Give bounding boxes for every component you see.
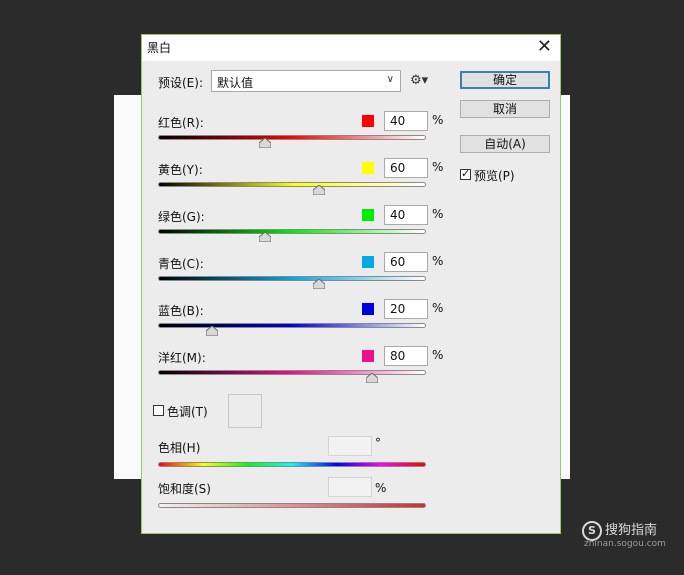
dialog-title: 黑白: [147, 41, 172, 55]
channel-label: 青色(C):: [158, 257, 204, 271]
channel-label: 黄色(Y):: [158, 163, 203, 177]
close-icon[interactable]: ✕: [537, 36, 552, 58]
channel-color-swatch: [362, 350, 374, 362]
percent-sign: %: [432, 207, 444, 221]
saturation-unit: %: [375, 481, 387, 495]
channel-value-input[interactable]: 20: [384, 299, 428, 319]
preset-label: 预设(E):: [158, 76, 203, 90]
preset-select[interactable]: 默认值 ∨: [211, 70, 401, 92]
percent-sign: %: [432, 254, 444, 268]
channel-color-swatch: [362, 162, 374, 174]
tint-label: 色调(T): [167, 405, 208, 419]
saturation-slider-track[interactable]: [158, 503, 426, 508]
black-white-dialog: 黑白 ✕ 预设(E): 默认值 ∨ ⚙▾ 确定 取消 自动(A) ✓ 预览(P)…: [141, 34, 561, 534]
hue-slider-track[interactable]: [158, 462, 426, 467]
channel-value-input[interactable]: 40: [384, 205, 428, 225]
channel-label: 红色(R):: [158, 116, 204, 130]
channel-color-swatch: [362, 303, 374, 315]
percent-sign: %: [432, 348, 444, 362]
ok-button[interactable]: 确定: [460, 71, 550, 89]
saturation-input[interactable]: [328, 477, 372, 497]
percent-sign: %: [432, 113, 444, 127]
hue-input[interactable]: [328, 436, 372, 456]
channel-slider-track[interactable]: [158, 370, 426, 375]
tint-color-swatch[interactable]: [228, 394, 262, 428]
channel-label: 洋红(M):: [158, 351, 206, 365]
channel-label: 绿色(G):: [158, 210, 205, 224]
channel-label: 蓝色(B):: [158, 304, 204, 318]
percent-sign: %: [432, 301, 444, 315]
preview-checkbox[interactable]: ✓: [460, 167, 471, 180]
channel-slider-track[interactable]: [158, 135, 426, 140]
channel-value-input[interactable]: 60: [384, 158, 428, 178]
channel-slider-track[interactable]: [158, 182, 426, 187]
gear-icon[interactable]: ⚙▾: [410, 73, 428, 88]
check-icon: ✓: [461, 167, 471, 180]
percent-sign: %: [432, 160, 444, 174]
watermark-url: zhinan.sogou.com: [584, 539, 666, 549]
channel-slider-track[interactable]: [158, 323, 426, 328]
channel-color-swatch: [362, 256, 374, 268]
channel-value-input[interactable]: 60: [384, 252, 428, 272]
title-bar: 黑白 ✕: [142, 35, 560, 61]
auto-button[interactable]: 自动(A): [460, 135, 550, 153]
channel-slider-track[interactable]: [158, 276, 426, 281]
hue-unit: °: [375, 436, 381, 450]
preview-label: 预览(P): [474, 169, 515, 183]
cancel-button[interactable]: 取消: [460, 100, 550, 118]
watermark-text: 搜狗指南: [605, 523, 658, 538]
channel-color-swatch: [362, 115, 374, 127]
channel-color-swatch: [362, 209, 374, 221]
channel-value-input[interactable]: 40: [384, 111, 428, 131]
sogou-logo-icon: S: [582, 520, 602, 541]
channel-slider-track[interactable]: [158, 229, 426, 234]
saturation-label: 饱和度(S): [158, 482, 211, 496]
chevron-down-icon: ∨: [386, 74, 394, 85]
tint-checkbox[interactable]: [153, 405, 164, 416]
channel-value-input[interactable]: 80: [384, 346, 428, 366]
preset-value: 默认值: [217, 76, 254, 90]
hue-label: 色相(H): [158, 441, 201, 455]
watermark: S 搜狗指南: [582, 519, 657, 541]
